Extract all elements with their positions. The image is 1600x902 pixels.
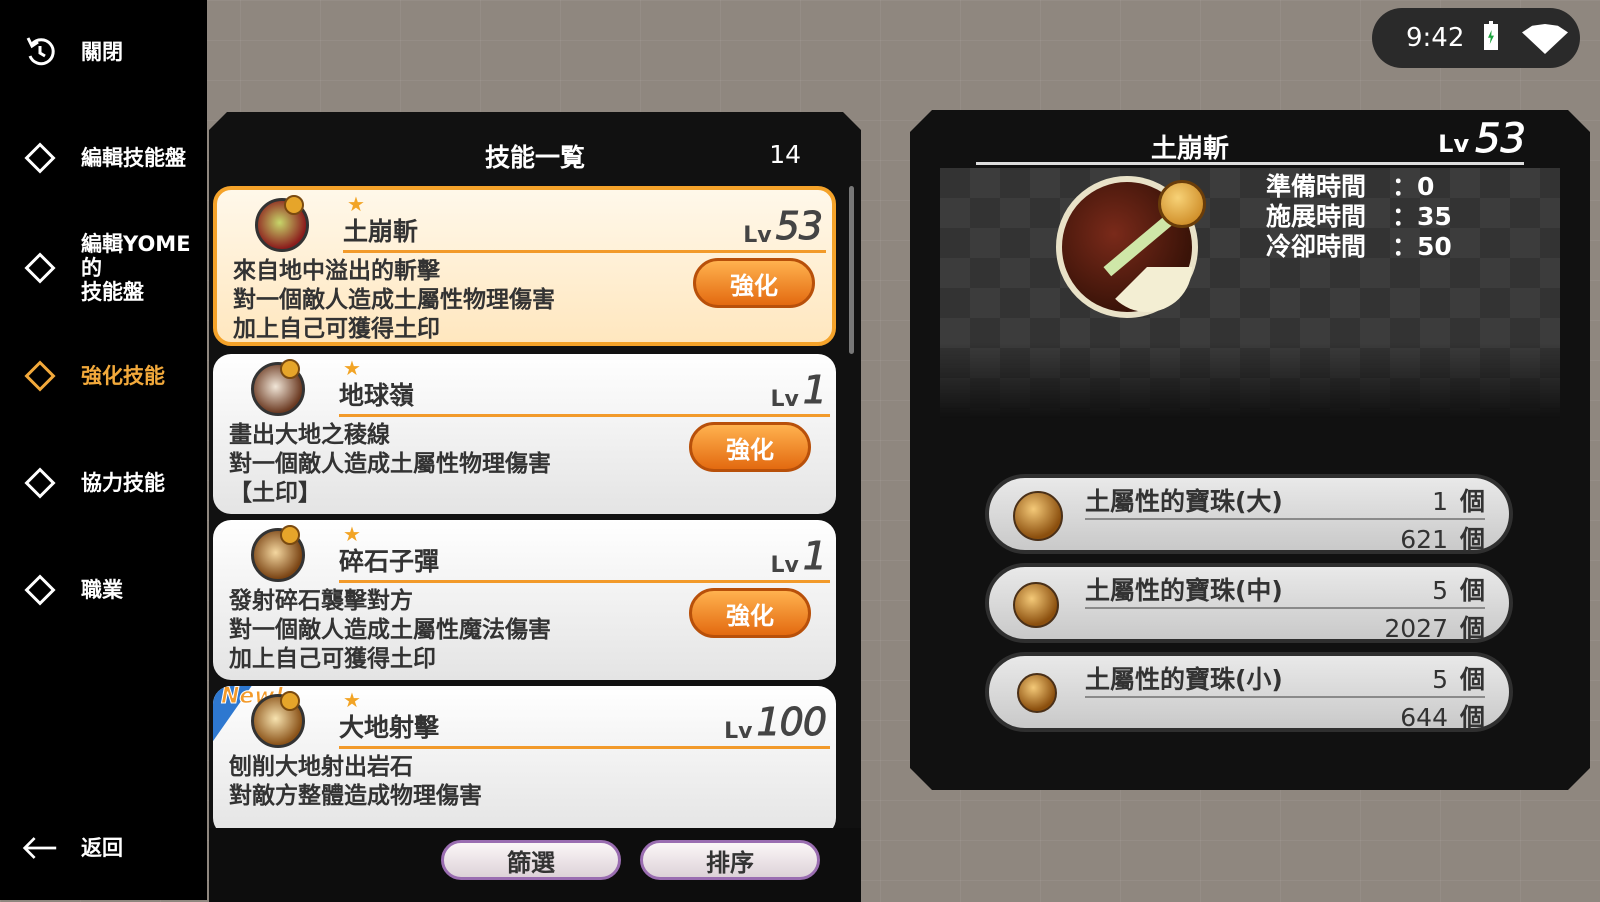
orb-medium-icon <box>1013 582 1059 628</box>
material-row: 土屬性的寶珠(中) 5個 2027 個 <box>985 563 1513 643</box>
battery-icon <box>1484 21 1498 50</box>
material-required: 5個 <box>1432 665 1485 694</box>
skill-level: Lv 100 <box>724 700 826 744</box>
material-required: 1個 <box>1432 487 1485 516</box>
skill-level: Lv 53 <box>743 204 822 248</box>
sidebar-item-label: 強化技能 <box>81 364 165 388</box>
diamond-icon <box>22 572 58 608</box>
sword-badge-icon <box>1158 180 1206 228</box>
arrow-left-icon <box>22 830 58 866</box>
skill-name: 大地射擊 <box>339 713 440 742</box>
skill-card[interactable]: ★ 碎石子彈 Lv 1 發射碎石襲擊對方 對一個敵人造成土屬性魔法傷害 加上自己可… <box>213 520 836 680</box>
skill-name: 碎石子彈 <box>339 547 440 576</box>
sidebar-item-label: 編輯YOME的 技能盤 <box>81 232 191 304</box>
detail-level: Lv 53 <box>1438 116 1526 162</box>
detail-skill-name: 土崩斬 <box>1150 134 1229 164</box>
lv-label: Lv <box>724 719 753 744</box>
skill-list-panel: 技能一覧 14 ★ 土崩斬 Lv 53 來自地中溢出的斬擊 對一個敵人造成土屬性物… <box>209 112 861 902</box>
sort-button[interactable]: 排序 <box>640 840 820 880</box>
skill-list-title: 技能一覧 <box>484 143 585 172</box>
skill-detail-panel: 土崩斬 Lv 53 準備時間 ：0 施展時間 ：35 冷卻時間 ：50 土屬性的寶珠(大… <box>910 110 1590 790</box>
diamond-icon <box>22 140 58 176</box>
divider <box>339 746 830 749</box>
skill-card[interactable]: ★ 地球嶺 Lv 1 畫出大地之稜線 對一個敵人造成土屬性物理傷害 【土印】 強化 <box>213 354 836 514</box>
skill-name: 土崩斬 <box>343 217 419 246</box>
material-name: 土屬性的寶珠(小) <box>1085 665 1283 694</box>
orb-small-icon <box>1017 673 1057 713</box>
diamond-icon <box>22 358 58 394</box>
material-row: 土屬性的寶珠(大) 1個 621 個 <box>985 474 1513 554</box>
skill-card[interactable]: ★ 土崩斬 Lv 53 來自地中溢出的斬擊 對一個敵人造成土屬性物理傷害 加上自己… <box>213 186 836 346</box>
sidebar-item-enhance-skill[interactable]: 強化技能 <box>0 346 207 406</box>
skill-level: Lv 1 <box>770 368 826 412</box>
list-scrollbar[interactable] <box>849 186 854 354</box>
clock-time: 9:42 <box>1406 23 1465 53</box>
sidebar-item-cooperative-skill[interactable]: 協力技能 <box>0 453 207 513</box>
skill-description: 刨削大地射出岩石 對敵方整體造成物理傷害 <box>229 754 482 809</box>
skill-description: 畫出大地之稜線 對一個敵人造成土屬性物理傷害 【土印】 <box>229 422 551 506</box>
sidebar-item-edit-yome-skill-board[interactable]: 編輯YOME的 技能盤 <box>0 232 207 304</box>
skill-icon <box>251 528 305 582</box>
sidebar-item-job[interactable]: 職業 <box>0 560 207 620</box>
back-button[interactable]: 返回 <box>0 818 207 878</box>
skill-card[interactable]: New! ★ 大地射擊 Lv 100 刨削大地射出岩石 對敵方整體造成物理傷害 <box>213 686 836 836</box>
skill-name: 地球嶺 <box>339 381 415 410</box>
sidebar-item-label: 職業 <box>81 578 123 602</box>
material-required: 5個 <box>1432 576 1485 605</box>
material-name: 土屬性的寶珠(中) <box>1085 576 1283 605</box>
undo-icon <box>22 34 58 70</box>
diamond-icon <box>22 465 58 501</box>
sidebar-item-close[interactable]: 關閉 <box>0 22 207 82</box>
skill-description: 來自地中溢出的斬擊 對一個敵人造成土屬性物理傷害 加上自己可獲得土印 <box>233 258 555 342</box>
material-owned: 2027 個 <box>1384 614 1485 643</box>
level-value: 100 <box>756 700 826 744</box>
enhance-button[interactable]: 強化 <box>693 258 815 308</box>
lv-label: Lv <box>1438 130 1470 158</box>
lv-label: Lv <box>743 223 772 248</box>
material-owned: 644 個 <box>1400 703 1485 732</box>
skill-level: Lv 1 <box>770 534 826 578</box>
enhance-button[interactable]: 強化 <box>689 588 811 638</box>
back-label: 返回 <box>81 836 123 860</box>
stat-prep-time: 準備時間 ：0 <box>1266 172 1435 201</box>
sidebar-item-label: 協力技能 <box>81 471 165 495</box>
enhance-button[interactable]: 強化 <box>689 422 811 472</box>
material-name: 土屬性的寶珠(大) <box>1085 487 1283 516</box>
sidebar-item-edit-skill-board[interactable]: 編輯技能盤 <box>0 128 207 188</box>
filter-button[interactable]: 篩選 <box>441 840 621 880</box>
material-owned: 621 個 <box>1400 525 1485 554</box>
stat-cooldown: 冷卻時間 ：50 <box>1266 232 1452 261</box>
level-value: 53 <box>1475 116 1526 162</box>
lv-label: Lv <box>770 387 799 412</box>
skill-count: 14 <box>769 140 801 169</box>
skill-description: 發射碎石襲擊對方 對一個敵人造成土屬性魔法傷害 加上自己可獲得土印 <box>229 588 551 672</box>
divider <box>339 414 830 417</box>
sidebar: 關閉 編輯技能盤 編輯YOME的 技能盤 強化技能 協力技能 職業 返回 <box>0 0 207 900</box>
divider <box>976 162 1524 165</box>
skill-list-header: 技能一覧 14 <box>209 112 861 182</box>
level-value: 53 <box>775 204 822 248</box>
level-value: 1 <box>802 534 826 578</box>
divider <box>339 580 830 583</box>
skill-stats: 準備時間 ：0 施展時間 ：35 冷卻時間 ：50 <box>1266 172 1452 262</box>
skill-icon <box>255 198 309 252</box>
divider <box>343 250 826 253</box>
sidebar-item-label: 關閉 <box>81 40 123 64</box>
skill-icon <box>251 362 305 416</box>
skill-icon <box>251 694 305 748</box>
material-row: 土屬性的寶珠(小) 5個 644 個 <box>985 652 1513 732</box>
orb-large-icon <box>1013 491 1063 541</box>
stat-cast-time: 施展時間 ：35 <box>1266 202 1452 231</box>
lv-label: Lv <box>770 553 799 578</box>
detail-backdrop <box>940 168 1560 418</box>
list-footer: 篩選 排序 <box>209 828 861 902</box>
level-value: 1 <box>802 368 826 412</box>
diamond-icon <box>22 250 58 286</box>
sidebar-item-label: 編輯技能盤 <box>81 146 186 170</box>
